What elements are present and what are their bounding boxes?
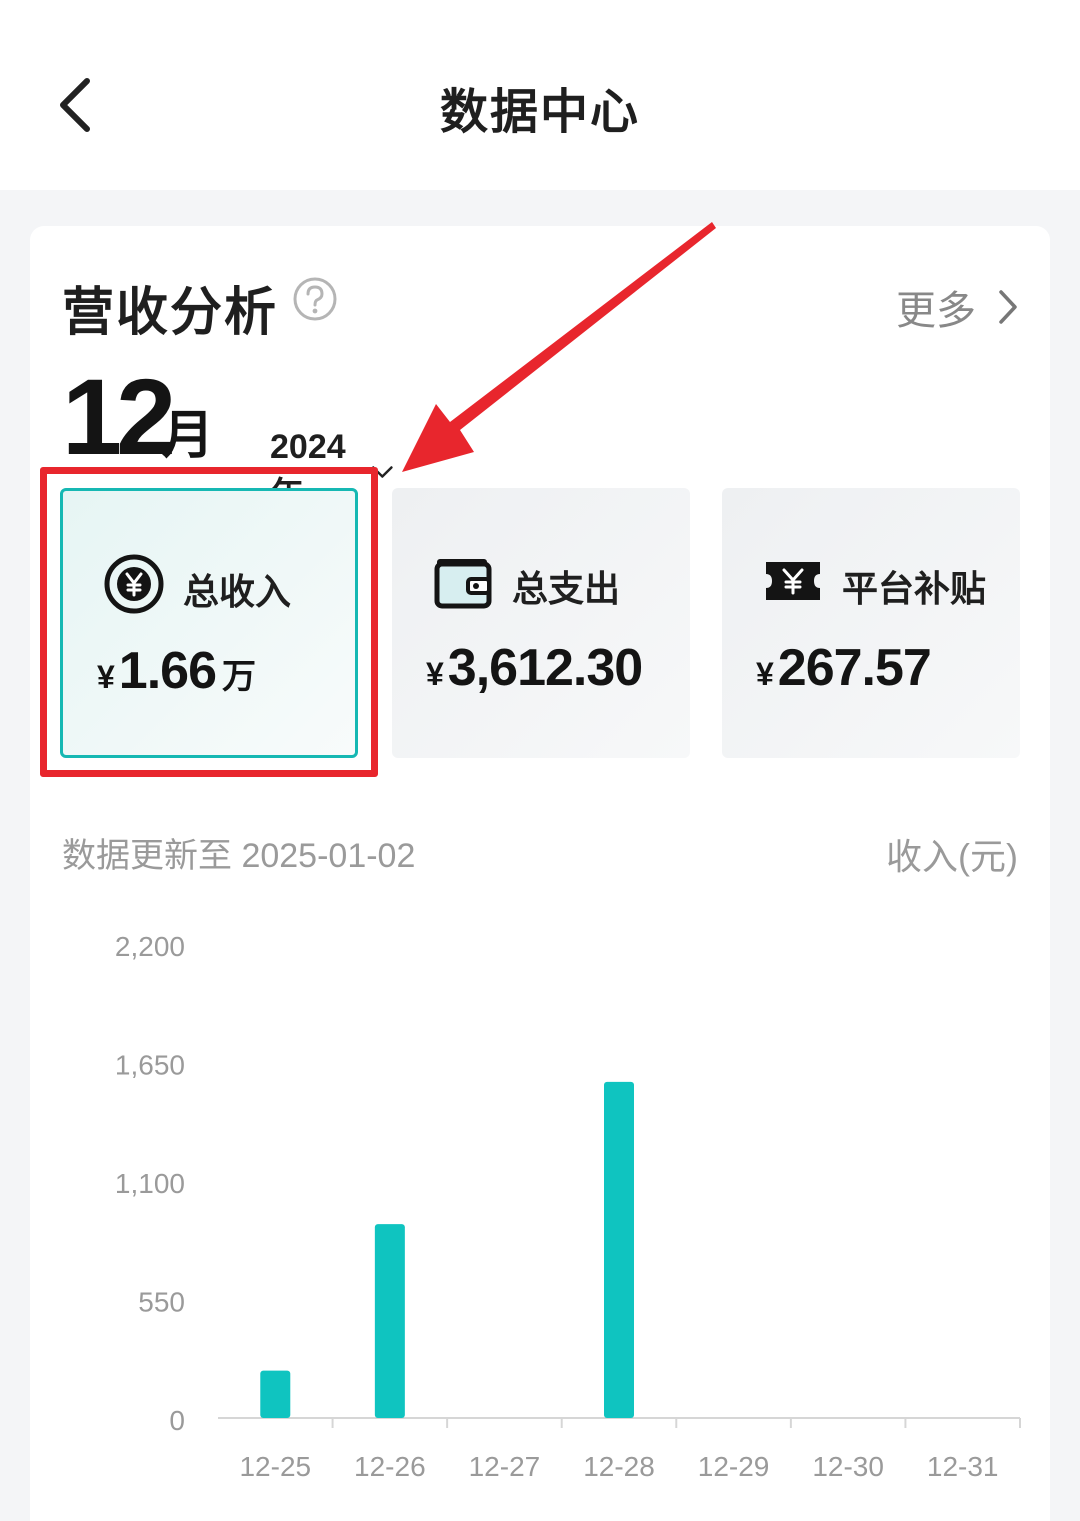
bar-12-28: [604, 1081, 634, 1418]
x-tick-label: 12-28: [583, 1451, 655, 1482]
x-tick-label: 12-27: [469, 1451, 541, 1482]
page-title: 数据中心: [439, 86, 640, 139]
top-bar: 数据中心: [0, 0, 1080, 190]
revenue-analysis-card: 营收分析 更多 12 月 2024年 总收入 ¥ 1.66 万: [30, 226, 1050, 1521]
x-tick-label: 12-29: [698, 1451, 770, 1482]
y-tick-label: 0: [169, 1405, 185, 1436]
x-tick-label: 12-30: [812, 1451, 884, 1482]
y-tick-label: 550: [138, 1287, 185, 1318]
x-tick-label: 12-26: [354, 1451, 426, 1482]
bar-12-25: [260, 1370, 291, 1418]
bar-12-26: [374, 1224, 405, 1418]
x-tick-label: 12-25: [239, 1451, 311, 1482]
y-tick-label: 2,200: [115, 931, 185, 962]
y-tick-label: 1,100: [115, 1168, 185, 1199]
income-bar-chart: 0 550 1,100 1,650 2,200 12-25 12-26 12-27 12-28 1…: [115, 931, 1021, 1482]
y-tick-label: 1,650: [115, 1050, 185, 1081]
x-tick-label: 12-31: [927, 1451, 999, 1482]
